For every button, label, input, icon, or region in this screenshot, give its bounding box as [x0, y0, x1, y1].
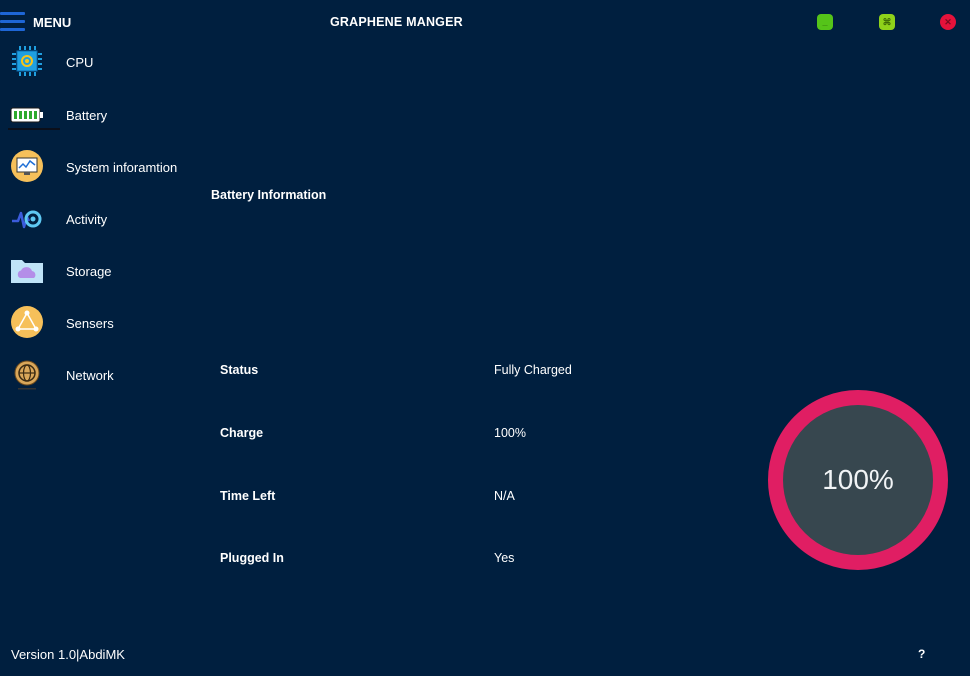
activity-icon [12, 210, 42, 229]
sidebar-item-storage[interactable]: Storage [0, 249, 200, 293]
help-button[interactable]: ? [918, 647, 925, 661]
sidebar-item-label: Storage [66, 264, 112, 279]
sidebar-item-system-information[interactable]: System inforamtion [0, 145, 200, 189]
battery-icon [10, 107, 43, 123]
sidebar-item-sensors[interactable]: Sensers [0, 301, 200, 345]
maximize-button[interactable]: ⌘ [879, 14, 895, 30]
charge-value: 100% [494, 426, 526, 440]
charge-gauge: 100% [768, 390, 948, 570]
sidebar-item-label: System inforamtion [66, 160, 178, 175]
cloud-folder-icon [11, 260, 43, 283]
sidebar-item-label: Sensers [66, 316, 114, 331]
sidebar-item-network[interactable]: Network [0, 353, 200, 397]
plugged-in-value: Yes [494, 551, 515, 565]
sidebar-item-label: CPU [66, 55, 94, 70]
monitor-icon [11, 150, 43, 182]
sidebar-item-label: Activity [66, 212, 108, 227]
sidebar-item-battery[interactable]: Battery [0, 93, 200, 137]
status-label: Status [220, 363, 259, 377]
sidebar-item-label: Battery [66, 108, 108, 123]
version-label: Version 1.0|AbdiMK [11, 647, 125, 662]
sidebar-item-activity[interactable]: Activity [0, 197, 200, 241]
hamburger-menu-icon[interactable] [0, 12, 25, 32]
minimize-button[interactable]: _ [817, 14, 833, 30]
gauge-percentage: 100% [822, 464, 894, 495]
status-value: Fully Charged [494, 363, 572, 377]
charge-label: Charge [220, 426, 264, 440]
section-title: Battery Information [211, 188, 327, 202]
sidebar-item-label: Network [66, 368, 114, 383]
close-button[interactable]: ✕ [940, 14, 956, 30]
time-left-value: N/A [494, 489, 515, 503]
sensor-network-icon [11, 306, 43, 338]
cpu-icon [12, 46, 42, 76]
app-title: GRAPHENE MANGER [330, 15, 463, 29]
sidebar-item-cpu[interactable]: CPU [0, 40, 200, 84]
globe-icon [14, 360, 40, 390]
menu-label[interactable]: MENU [33, 15, 71, 30]
time-left-label: Time Left [220, 489, 276, 503]
active-indicator [8, 128, 60, 130]
plugged-in-label: Plugged In [220, 551, 284, 565]
